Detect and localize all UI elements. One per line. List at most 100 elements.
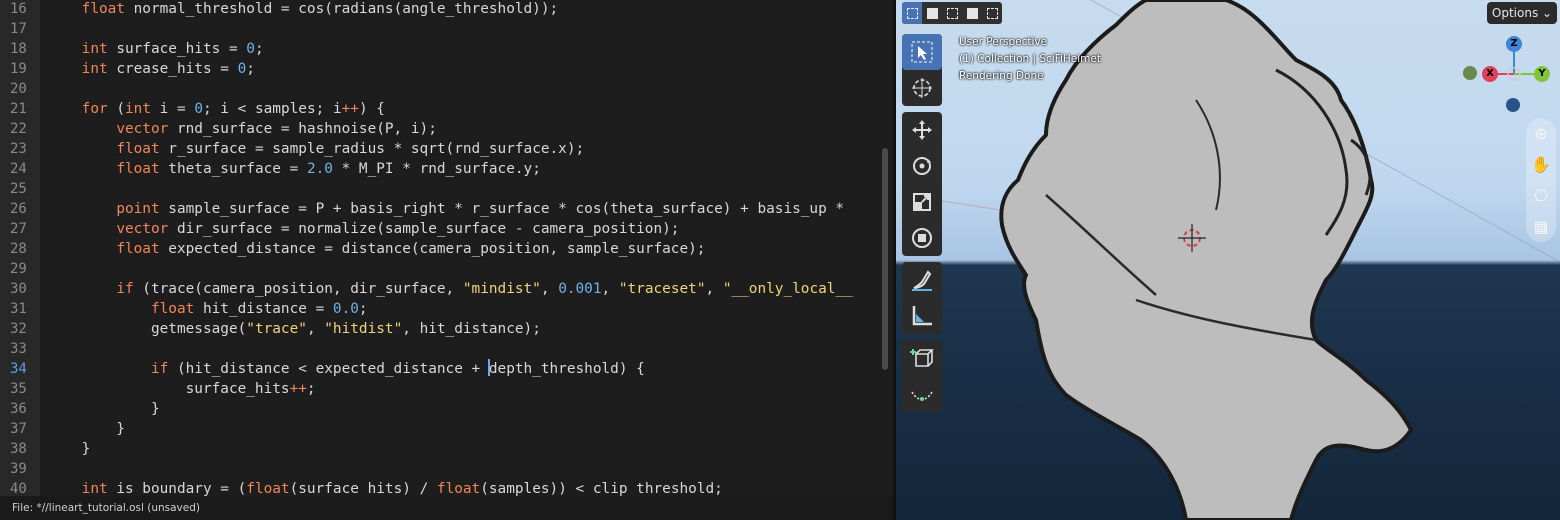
code-token: if [150, 361, 169, 377]
select-extend-button[interactable] [922, 2, 942, 24]
text-editor: 16 float normal_threshold = cos(radians(… [0, 0, 893, 520]
code-text: vector rnd_surface = hashnoise(P, i); [47, 119, 437, 139]
code-token: ; i < samples; i [202, 101, 342, 117]
line-number: 24 [10, 161, 27, 177]
scale-icon [913, 193, 931, 211]
view-name-text: User Perspective [959, 36, 1048, 48]
gizmo-x-axis[interactable]: X [1482, 66, 1498, 82]
code-token: ; [306, 381, 316, 397]
pan-hand-icon[interactable]: ✋ [1526, 149, 1556, 180]
code-token: ; [358, 301, 368, 317]
code-token: (samples)) < clip_threshold; [480, 481, 723, 496]
code-token: 0 [237, 61, 247, 77]
code-token: ; [246, 61, 255, 77]
code-token: , [306, 321, 325, 337]
code-text: if (trace(camera_position, dir_surface, … [47, 279, 853, 299]
curve-tool[interactable] [902, 376, 942, 412]
code-token: "mindist" [462, 281, 541, 297]
code-text: int is_boundary = (float(surface_hits) /… [47, 479, 723, 496]
vertical-scrollbar[interactable] [880, 0, 893, 496]
navigation-gizmo[interactable]: Z X Y [1463, 34, 1556, 118]
code-token: normal_threshold = cos(radians(angle_thr… [124, 1, 559, 17]
move-icon [912, 120, 932, 140]
add-cube-tool[interactable] [902, 340, 942, 376]
transform-tool[interactable] [902, 220, 942, 256]
line-number: 21 [10, 101, 27, 117]
measure-tool[interactable] [902, 298, 942, 334]
3d-viewport[interactable]: Options ⌄ User Perspective (1) Collectio… [896, 0, 1560, 520]
status-bar: File: *//lineart_tutorial.osl (unsaved) [0, 496, 893, 520]
code-text: float normal_threshold = cos(radians(ang… [47, 0, 559, 19]
code-token: surface_hits = [107, 41, 247, 57]
code-token: getmessage( [47, 321, 247, 337]
code-token: } [47, 421, 125, 437]
select-invert-button[interactable] [962, 2, 982, 24]
scrollbar-thumb[interactable] [882, 148, 888, 370]
line-number: 32 [10, 321, 27, 337]
code-token: (trace(camera_position, dir_surface, [133, 281, 463, 297]
cursor-tool[interactable] [902, 70, 942, 106]
code-token: ( [107, 101, 125, 117]
code-token: * M_PI * rnd_surface.y; [332, 161, 541, 177]
code-token: 0.0 [332, 301, 359, 317]
line-number: 31 [10, 301, 27, 317]
code-token: float [116, 161, 160, 177]
line-number: 23 [10, 141, 27, 157]
code-token: i = [150, 101, 195, 117]
tool-group-transform [902, 112, 942, 256]
code-token: float [246, 481, 290, 496]
camera-icon[interactable]: ⎔ [1526, 180, 1556, 211]
gizmo-neg-z-axis[interactable] [1506, 98, 1520, 112]
zoom-icon[interactable]: ⊕ [1526, 118, 1556, 149]
line-number: 30 [10, 281, 27, 297]
options-dropdown[interactable]: Options ⌄ [1487, 2, 1557, 24]
code-text: float theta_surface = 2.0 * M_PI * rnd_s… [47, 159, 541, 179]
code-token: vector [116, 121, 169, 137]
add-cube-icon [910, 349, 934, 367]
code-token: vector [116, 221, 169, 237]
perspective-grid-icon[interactable]: ▦ [1526, 211, 1556, 242]
select-new-icon [906, 7, 918, 19]
selection-mode-buttons [902, 2, 1002, 24]
rotate-icon [913, 157, 931, 175]
select-box-tool[interactable] [902, 34, 942, 70]
gizmo-neg-y-axis[interactable] [1463, 66, 1477, 80]
code-token: "traceset" [618, 281, 706, 297]
line-number: 29 [10, 261, 27, 277]
select-intersect-button[interactable] [982, 2, 1002, 24]
scale-tool[interactable] [902, 184, 942, 220]
line-number: 33 [10, 341, 27, 357]
code-area[interactable]: 16 float normal_threshold = cos(radians(… [0, 0, 880, 496]
annotate-tool[interactable] [902, 262, 942, 298]
line-number: 25 [10, 181, 27, 197]
select-new-button[interactable] [902, 2, 922, 24]
select-extend-icon [926, 7, 938, 19]
code-text: int crease_hits = 0; [47, 59, 255, 79]
code-token: surface_hits [47, 381, 290, 397]
rotate-tool[interactable] [902, 148, 942, 184]
gizmo-z-axis[interactable]: Z [1506, 36, 1522, 52]
code-token: depth_threshold) { [488, 361, 645, 377]
move-tool[interactable] [902, 112, 942, 148]
select-subtract-button[interactable] [942, 2, 962, 24]
cursor-icon [911, 41, 933, 63]
code-token: r_surface = sample_radius * sqrt(rnd_sur… [159, 141, 585, 157]
viewport-info-overlay: User Perspective (1) Collection | SciFiH… [959, 34, 1101, 85]
code-token: float [116, 141, 160, 157]
gizmo-y-axis[interactable]: Y [1534, 66, 1550, 82]
code-token: "__only_local__ [722, 281, 853, 297]
code-text: } [47, 419, 125, 439]
annotate-icon [912, 270, 932, 291]
code-token: float [81, 1, 125, 17]
line-number: 28 [10, 241, 27, 257]
code-token: 0 [194, 101, 203, 117]
code-token: int [81, 61, 108, 77]
measure-icon [912, 306, 932, 326]
